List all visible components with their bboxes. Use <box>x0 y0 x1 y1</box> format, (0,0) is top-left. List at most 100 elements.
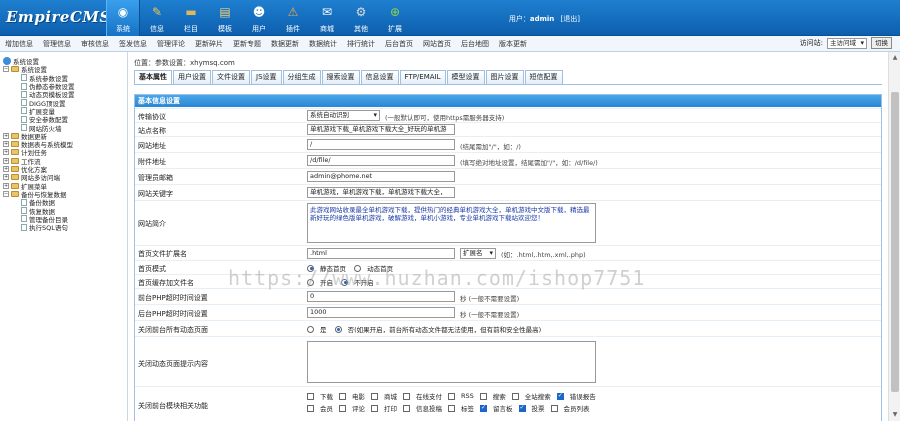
suffix-off-radio[interactable] <box>341 278 349 286</box>
module-checkbox[interactable] <box>339 404 346 412</box>
sidebar-item[interactable]: 备份数据 <box>3 198 127 207</box>
module-checkbox[interactable] <box>448 392 455 400</box>
module-checkbox[interactable] <box>403 392 410 400</box>
ext-input[interactable]: .html <box>307 248 455 259</box>
module-checkbox[interactable] <box>403 404 410 412</box>
tab[interactable]: 分组生成 <box>282 70 321 84</box>
intro-textarea[interactable]: 此游戏网站收录最全单机游戏下载，提供热门的经典单机游戏大全，单机游戏中文版下载，… <box>307 203 596 243</box>
collapse-icon[interactable]: − <box>3 66 9 73</box>
expand-icon[interactable]: + <box>3 182 9 189</box>
tab[interactable]: JS设置 <box>251 70 282 84</box>
tab[interactable]: 搜索设置 <box>321 70 360 84</box>
menu-item[interactable]: 签发信息 <box>114 39 152 49</box>
module-label: 评论 <box>352 405 365 413</box>
protocol-select[interactable]: 系统自动识别 <box>307 110 380 121</box>
module-checkbox[interactable] <box>550 404 558 412</box>
menu-item[interactable]: 更新碎片 <box>190 39 228 49</box>
scroll-up-icon[interactable]: ▲ <box>891 54 899 62</box>
nav-system[interactable]: ◉ 系统 <box>106 0 140 36</box>
expand-icon[interactable]: + <box>3 174 9 181</box>
fileurl-input[interactable]: /d/file/ <box>307 155 455 166</box>
location-value[interactable]: 参数设置：xhymsq.com <box>155 59 235 67</box>
visit-site-select[interactable]: 主访问域 <box>827 37 867 49</box>
nav-gear[interactable]: ⚙ 其他 <box>344 0 378 36</box>
folder-icon <box>11 149 19 156</box>
mode-dynamic-radio[interactable] <box>354 264 362 272</box>
nav-folder[interactable]: ▬ 栏目 <box>174 0 208 36</box>
close-site-no-radio[interactable] <box>334 325 342 333</box>
tab[interactable]: 基本属性 <box>134 70 172 84</box>
folder-icon <box>11 132 19 139</box>
expand-icon[interactable]: + <box>3 149 9 156</box>
sidebar-item[interactable]: 执行SQL语句 <box>3 223 127 232</box>
tab[interactable]: 信息设置 <box>360 70 399 84</box>
menu-item[interactable]: 后台地图 <box>456 39 494 49</box>
tab[interactable]: FTP/EMAIL <box>399 70 446 84</box>
menu-item[interactable]: 审核信息 <box>76 39 114 49</box>
logout-link[interactable]: [退出] <box>561 15 580 23</box>
module-checkbox[interactable] <box>448 404 455 412</box>
nav-edit[interactable]: ✎ 信息 <box>140 0 174 36</box>
front-time-input[interactable]: 0 <box>307 291 455 302</box>
module-checkbox[interactable] <box>371 392 378 400</box>
expand-icon[interactable]: + <box>3 132 9 139</box>
module-checkbox[interactable] <box>307 392 314 400</box>
module-checkbox[interactable] <box>307 404 314 412</box>
menu-item[interactable]: 网站首页 <box>418 39 456 49</box>
sidebar-item[interactable]: − 备份与恢复数据 <box>3 190 127 199</box>
tab[interactable]: 短信配置 <box>524 70 563 84</box>
close-msg-textarea[interactable] <box>307 341 596 383</box>
nav-plugin[interactable]: ⚠ 插件 <box>276 0 310 36</box>
module-label: 投票 <box>531 405 545 413</box>
tab[interactable]: 图片设置 <box>485 70 524 84</box>
siteurl-input[interactable]: / <box>307 139 455 150</box>
main-content: 位置：参数设置：xhymsq.com 基本属性 用户设置 文件设置 JS设置 分组生成搜… <box>130 52 886 421</box>
expand-icon[interactable]: + <box>3 141 9 148</box>
module-checkbox[interactable] <box>480 404 487 412</box>
scrollbar-thumb[interactable] <box>891 92 899 392</box>
ext-select[interactable]: 扩展名 <box>460 248 496 259</box>
switch-button[interactable]: 切换 <box>871 37 892 49</box>
menu-item[interactable]: 更新专题 <box>228 39 266 49</box>
tab[interactable]: 文件设置 <box>212 70 250 84</box>
back-time-input[interactable]: 1000 <box>307 307 455 318</box>
scroll-down-icon[interactable]: ▼ <box>891 411 899 419</box>
email-input[interactable]: admin@phome.net <box>307 171 455 182</box>
menu-item[interactable]: 管理信息 <box>38 39 76 49</box>
module-label: RSS <box>461 392 474 400</box>
sidebar-item[interactable]: 安全参数配置 <box>3 115 127 124</box>
nav-shop[interactable]: ✉ 商城 <box>310 0 344 36</box>
menu-item[interactable]: 排行统计 <box>342 39 380 49</box>
collapse-icon[interactable]: − <box>3 190 9 197</box>
menu-item[interactable]: 数据更新 <box>266 39 304 49</box>
sitename-input[interactable]: 单机游戏下载_单机游戏下载大全_好玩的单机游 <box>307 124 455 135</box>
nav-label: 插件 <box>286 25 300 33</box>
module-checkbox[interactable] <box>371 404 378 412</box>
menu-item[interactable]: 增加信息 <box>0 39 38 49</box>
menu-item[interactable]: 管理评论 <box>152 39 190 49</box>
menu-item[interactable]: 后台首页 <box>380 39 418 49</box>
expand-icon[interactable]: + <box>3 166 9 172</box>
mode-static-radio[interactable] <box>307 264 314 272</box>
nav-user[interactable]: ☻ 用户 <box>242 0 276 36</box>
module-checkbox[interactable] <box>556 392 564 400</box>
keywords-input[interactable]: 单机游戏，单机游戏下载，单机游戏下载大全， <box>307 187 455 198</box>
nav-label: 用户 <box>252 25 266 33</box>
suffix-on-radio[interactable] <box>307 278 314 286</box>
close-site-yes-radio[interactable] <box>307 325 314 333</box>
suffix-label: 首页缓存加文件名 <box>138 279 194 287</box>
suffix-on-label: 开启 <box>320 279 333 287</box>
vertical-scrollbar[interactable]: ▲ ▼ <box>888 52 900 421</box>
module-checkbox[interactable] <box>511 392 519 400</box>
module-checkbox[interactable] <box>339 392 346 400</box>
nav-template[interactable]: ▤ 模板 <box>208 0 242 36</box>
tab[interactable]: 模型设置 <box>446 70 485 84</box>
menu-item[interactable]: 数据统计 <box>304 39 342 49</box>
expand-icon[interactable]: + <box>3 157 9 164</box>
module-checkbox[interactable] <box>518 404 526 412</box>
tab[interactable]: 用户设置 <box>173 70 211 84</box>
sidebar-item[interactable]: DIGG顶设置 <box>3 98 127 108</box>
menu-item[interactable]: 版本更新 <box>494 39 532 49</box>
module-checkbox[interactable] <box>479 392 487 400</box>
nav-plus[interactable]: ⊕ 扩展 <box>378 0 412 36</box>
